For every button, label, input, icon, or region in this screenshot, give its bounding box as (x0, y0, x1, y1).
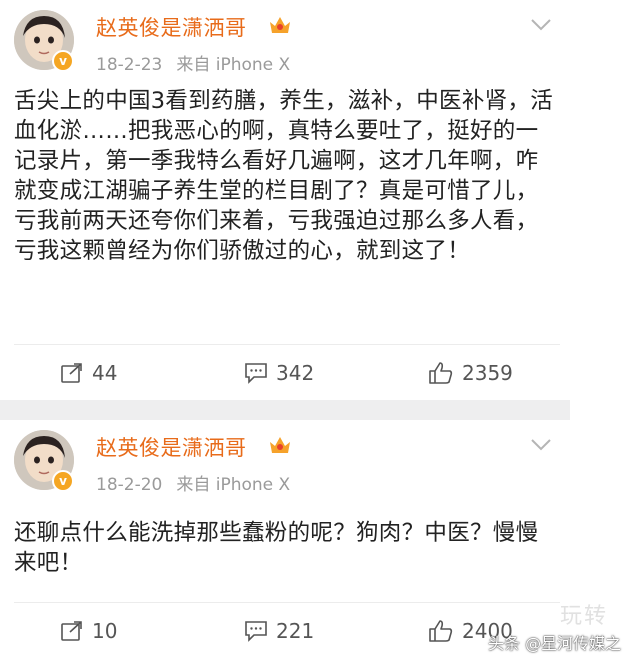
weibo-post: v 赵英俊是潇洒哥 18-2-23 来自 iPhone X 舌尖上的中国3看到药膳… (0, 0, 570, 400)
post-date: 18-2-20 (96, 475, 163, 495)
comment-count: 342 (276, 361, 315, 385)
verified-badge-icon: v (52, 50, 74, 72)
like-icon (429, 362, 453, 384)
divider (14, 602, 560, 603)
weibo-post: v 赵英俊是潇洒哥 18-2-20 来自 iPhone X 还聊点什么能洗掉那些蠢… (0, 420, 570, 664)
comment-button[interactable]: 221 (244, 616, 314, 646)
repost-icon (61, 621, 82, 641)
post-meta: 18-2-20 来自 iPhone X (96, 470, 290, 495)
comment-count: 221 (276, 619, 315, 643)
comment-icon (245, 363, 267, 384)
post-source: 来自 iPhone X (176, 55, 291, 75)
username[interactable]: 赵英俊是潇洒哥 (96, 12, 247, 42)
repost-count: 44 (92, 361, 118, 385)
avatar[interactable]: v (14, 430, 78, 494)
username[interactable]: 赵英俊是潇洒哥 (96, 432, 247, 462)
action-bar: 10 221 2400 (0, 606, 570, 656)
comment-icon (245, 621, 267, 642)
post-text: 舌尖上的中国3看到药膳，养生，滋补，中医补肾，活血化淤……把我恶心的啊，真特么要… (14, 88, 554, 264)
repost-count: 10 (92, 619, 118, 643)
weibo-feed: v 赵英俊是潇洒哥 18-2-23 来自 iPhone X 舌尖上的中国3看到药膳… (0, 0, 640, 664)
post-date: 18-2-23 (96, 55, 163, 75)
post-source: 来自 iPhone X (176, 475, 291, 495)
repost-icon (61, 363, 82, 383)
post-meta: 18-2-23 来自 iPhone X (96, 50, 290, 75)
like-icon (429, 620, 453, 642)
vip-crown-icon (270, 437, 290, 453)
post-separator (0, 400, 570, 420)
like-count: 2359 (462, 361, 513, 385)
action-bar: 44 342 2359 (0, 348, 570, 398)
verified-badge-icon: v (52, 470, 74, 492)
comment-button[interactable]: 342 (244, 358, 314, 388)
avatar[interactable]: v (14, 10, 78, 74)
post-text: 还聊点什么能洗掉那些蠢粉的呢？狗肉？中医？慢慢来吧！ (14, 520, 539, 576)
chevron-down-icon[interactable] (530, 18, 552, 32)
watermark-attribution: 头条 @星河传媒之 (488, 634, 622, 653)
like-button[interactable]: 2359 (428, 358, 513, 388)
vip-crown-icon (270, 17, 290, 33)
chevron-down-icon[interactable] (530, 438, 552, 452)
watermark-faint: 玩转 (560, 604, 609, 629)
repost-button[interactable]: 44 (60, 358, 117, 388)
divider (14, 344, 560, 345)
repost-button[interactable]: 10 (60, 616, 117, 646)
